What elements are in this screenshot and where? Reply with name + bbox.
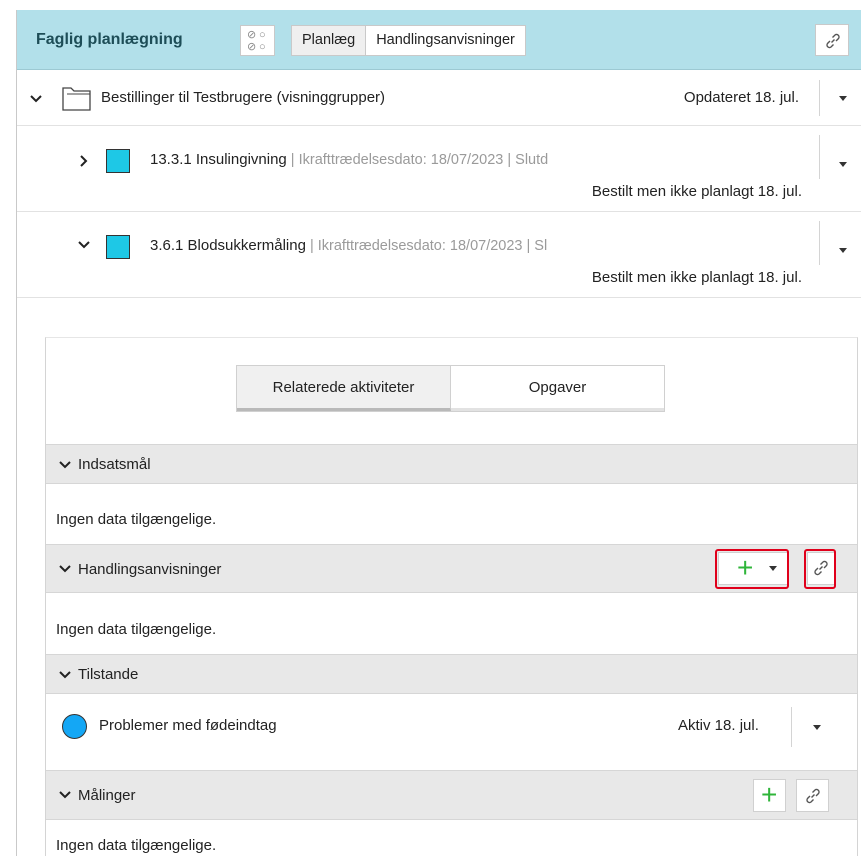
chevron-down-icon[interactable] [58, 562, 72, 576]
highlight-box [804, 549, 836, 589]
condition-label: Problemer med fødeindtag [99, 717, 277, 734]
segmented-control: Relaterede aktiviteter Opgaver [236, 365, 665, 412]
page-title: Faglig planlægning [36, 31, 183, 48]
tab-planlaeg[interactable]: Planlæg [292, 26, 367, 55]
section-label: Målinger [78, 787, 136, 804]
chevron-down-icon[interactable] [58, 458, 72, 472]
group-menu-caret-icon[interactable] [839, 96, 847, 101]
section-label: Indsatsmål [78, 456, 151, 473]
list-item[interactable]: Problemer med fødeindtag Aktiv 18. jul. [46, 694, 857, 758]
section-header-handlingsanvisninger[interactable]: Handlingsanvisninger + [46, 544, 857, 593]
tree-group-row[interactable]: Bestillinger til Testbrugere (visninggru… [17, 70, 861, 126]
segment-opgaver[interactable]: Opgaver [451, 366, 664, 411]
circle-icon: ○ [259, 29, 266, 41]
section-header-tilstande[interactable]: Tilstande [46, 654, 857, 694]
header-bar: Faglig planlægning ⊘ ○ ⊘ ○ Planlæg Handl… [17, 10, 861, 70]
item-title: 13.3.1 Insulingivning | Ikrafttrædelsesd… [150, 151, 549, 168]
segment-relaterede-aktiviteter[interactable]: Relaterede aktiviteter [237, 366, 451, 411]
empty-message: Ingen data tilgængelige. [56, 621, 217, 638]
link-icon [826, 33, 840, 49]
chevron-down-icon[interactable] [58, 788, 72, 802]
plus-icon: + [761, 779, 778, 810]
view-toggle-button[interactable]: ⊘ ○ ⊘ ○ [240, 25, 275, 56]
link-icon [806, 788, 820, 804]
chevron-down-icon[interactable] [29, 92, 43, 106]
empty-message: Ingen data tilgængelige. [56, 837, 217, 854]
status-circle-icon [62, 714, 87, 739]
detail-panel: Relaterede aktiviteter Opgaver Indsatsmå… [45, 337, 858, 856]
header-link-button[interactable] [815, 24, 849, 56]
item-status: Bestilt men ikke planlagt 18. jul. [591, 183, 802, 200]
group-status: Opdateret 18. jul. [683, 89, 799, 106]
circle-icon: ○ [259, 41, 266, 53]
chevron-right-icon[interactable] [77, 154, 91, 168]
item-menu-caret-icon[interactable] [839, 162, 847, 167]
item-title: 3.6.1 Blodsukkermåling | Ikrafttrædelses… [150, 237, 548, 254]
empty-message: Ingen data tilgængelige. [56, 511, 217, 528]
chevron-down-icon[interactable] [77, 238, 91, 252]
add-button[interactable]: + [753, 779, 786, 812]
folder-icon [62, 87, 91, 111]
check-circle-icon: ⊘ [247, 29, 257, 41]
caret-down-icon[interactable] [813, 725, 821, 730]
section-label: Tilstande [78, 666, 139, 683]
app-frame: Faglig planlægning ⊘ ○ ⊘ ○ Planlæg Handl… [16, 10, 861, 856]
chevron-down-icon[interactable] [58, 668, 72, 682]
item-color-square [106, 149, 130, 173]
section-header-indsatsmaal[interactable]: Indsatsmål [46, 444, 857, 484]
tree-item-row[interactable]: 13.3.1 Insulingivning | Ikrafttrædelsesd… [17, 127, 861, 212]
item-menu-caret-icon[interactable] [839, 248, 847, 253]
condition-status: Aktiv 18. jul. [678, 717, 759, 734]
tree-item-row[interactable]: 3.6.1 Blodsukkermåling | Ikrafttrædelses… [17, 213, 861, 298]
link-button[interactable] [796, 779, 829, 812]
highlight-box [715, 549, 789, 589]
section-label: Handlingsanvisninger [78, 561, 222, 578]
item-status: Bestilt men ikke planlagt 18. jul. [591, 269, 802, 286]
tab-handlingsanvisninger[interactable]: Handlingsanvisninger [366, 26, 525, 55]
section-header-maalinger[interactable]: Målinger + [46, 770, 857, 820]
item-color-square [106, 235, 130, 259]
check-circle-icon: ⊘ [247, 41, 257, 53]
group-label: Bestillinger til Testbrugere (visninggru… [101, 89, 386, 106]
header-tabs: Planlæg Handlingsanvisninger [291, 25, 526, 56]
